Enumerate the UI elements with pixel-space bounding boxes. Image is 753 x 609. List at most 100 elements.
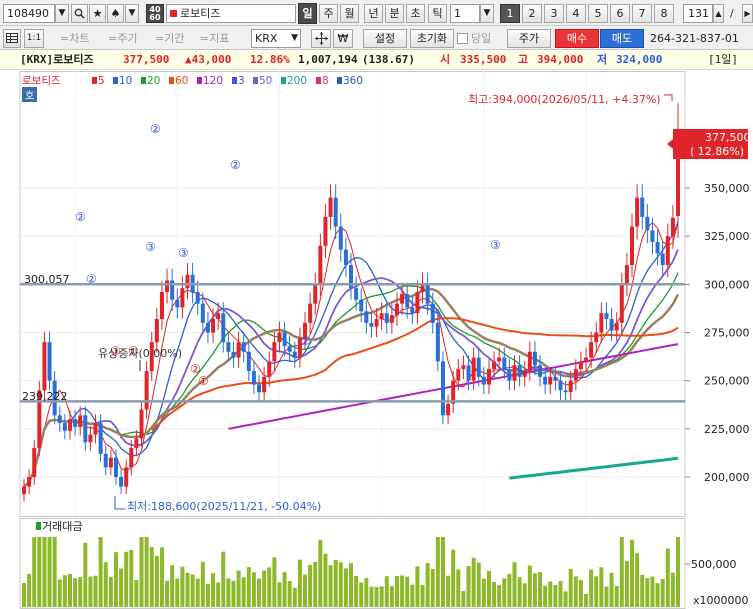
period-number-dropdown[interactable]: ▼: [480, 4, 494, 23]
candle-body: [553, 376, 558, 381]
period-month-button[interactable]: 월: [340, 4, 359, 23]
volume-bar: [425, 563, 430, 607]
high-label: 고: [518, 53, 529, 66]
period-week-button[interactable]: 주: [319, 4, 338, 23]
volume-bar: [88, 576, 93, 607]
sell-button[interactable]: 매도: [600, 29, 644, 48]
code-dropdown-button[interactable]: ▼: [55, 4, 69, 23]
wave-label: ③: [178, 246, 189, 260]
candle-body: [354, 288, 359, 300]
page-button-2[interactable]: 2: [522, 4, 542, 23]
page-button-3[interactable]: 3: [544, 4, 564, 23]
mini-chart-button[interactable]: 40 60: [146, 4, 164, 23]
buy-button[interactable]: 매수: [555, 29, 599, 48]
price-button[interactable]: 주가: [507, 29, 551, 48]
volume-bar: [175, 578, 180, 607]
legend-label: 5: [98, 75, 105, 87]
volume-bar: [497, 585, 502, 607]
candle-body: [42, 342, 47, 391]
price-chart[interactable]: ②②③ ①③ ③②②②①②③ 350,000325,000300,000275,00…: [0, 71, 753, 609]
period-second-button[interactable]: 초: [406, 4, 425, 23]
page-button-5[interactable]: 5: [588, 4, 608, 23]
stock-name-field[interactable]: 로보티즈: [166, 4, 296, 23]
legend-swatch: [92, 77, 97, 84]
candle-body: [394, 303, 399, 316]
page-button-1[interactable]: 1: [500, 4, 520, 23]
candle-body: [374, 319, 379, 327]
low-label: 저: [597, 53, 608, 66]
page-button-6[interactable]: 6: [610, 4, 630, 23]
volume-bar: [149, 547, 154, 607]
count-separator: /: [730, 7, 734, 20]
page-button-8[interactable]: 8: [654, 4, 674, 23]
candle-body: [78, 415, 83, 427]
legend-swatch: [232, 77, 237, 84]
period-tick-button[interactable]: 틱: [428, 4, 447, 23]
crosshair-button[interactable]: [311, 29, 331, 48]
volume-bar: [124, 551, 129, 607]
same-day-checkbox[interactable]: [457, 33, 468, 44]
chart-menu[interactable]: =차트: [60, 29, 89, 48]
candle-body: [466, 365, 471, 381]
reset-button[interactable]: 초기화: [410, 29, 454, 48]
menu-dropdown-button[interactable]: ▼: [125, 4, 139, 23]
market-value: KRX: [255, 32, 278, 45]
search-button[interactable]: [71, 4, 88, 23]
settings-button[interactable]: 설정: [363, 29, 407, 48]
table-view-button[interactable]: [3, 29, 21, 48]
volume-bar: [389, 586, 394, 607]
cycle-menu[interactable]: =주기: [108, 29, 137, 48]
y-tick-label: 200,000: [704, 471, 750, 484]
candle-body: [185, 274, 190, 289]
candle-body: [599, 313, 604, 333]
ratio-button[interactable]: 1:1: [24, 29, 44, 48]
legend-swatch: [169, 77, 174, 84]
candle-body: [369, 322, 374, 327]
candle-body: [425, 284, 430, 304]
period-minute-button[interactable]: 분: [385, 4, 404, 23]
candle-body: [578, 361, 583, 370]
candle-body: [435, 322, 440, 362]
wave-label: ②: [86, 272, 97, 286]
marker-label: 호: [25, 90, 34, 102]
volume-bar: [548, 581, 553, 607]
spade-button[interactable]: ♠: [107, 4, 124, 23]
open-label: 시: [440, 53, 451, 66]
legend-swatch: [253, 77, 258, 84]
period-year-button[interactable]: 년: [364, 4, 383, 23]
candle-body: [517, 365, 522, 377]
low-value: 324,000: [616, 53, 663, 66]
stock-code-input[interactable]: 108490: [3, 4, 55, 23]
candle-body: [195, 292, 200, 304]
quote-change: ▲43,000: [185, 53, 232, 66]
volume-bar: [37, 537, 42, 607]
count-spinner[interactable]: ▲: [713, 4, 724, 23]
range-menu[interactable]: =기간: [155, 29, 184, 48]
page-button-7[interactable]: 7: [632, 4, 652, 23]
page-button-4[interactable]: 4: [566, 4, 586, 23]
candle-body: [338, 226, 343, 250]
favorite-button[interactable]: ★: [89, 4, 106, 23]
volume-bar: [211, 573, 216, 607]
candle-body: [32, 448, 37, 477]
candle-body: [389, 315, 394, 323]
candle-body: [73, 419, 78, 427]
period-day-button[interactable]: 일: [298, 3, 317, 24]
count-input[interactable]: 131: [683, 4, 713, 23]
volume-bar: [103, 562, 108, 607]
won-button[interactable]: ₩: [333, 29, 353, 48]
legend-label: 200: [287, 75, 307, 87]
period-number-input[interactable]: 1: [450, 4, 480, 23]
candle-body: [665, 236, 670, 266]
market-select[interactable]: KRX ▼: [251, 29, 301, 48]
volume-bar: [456, 569, 461, 607]
legend-label: 10: [119, 75, 132, 87]
legend-label: 20: [147, 75, 160, 87]
candle-body: [211, 319, 216, 333]
volume-bar: [216, 582, 221, 607]
candle-body: [584, 357, 589, 362]
scroll-right-button[interactable]: ▶: [742, 4, 753, 23]
volume-bar: [52, 537, 57, 607]
volume-bar: [297, 559, 302, 607]
indicator-menu[interactable]: =지표: [200, 29, 229, 48]
